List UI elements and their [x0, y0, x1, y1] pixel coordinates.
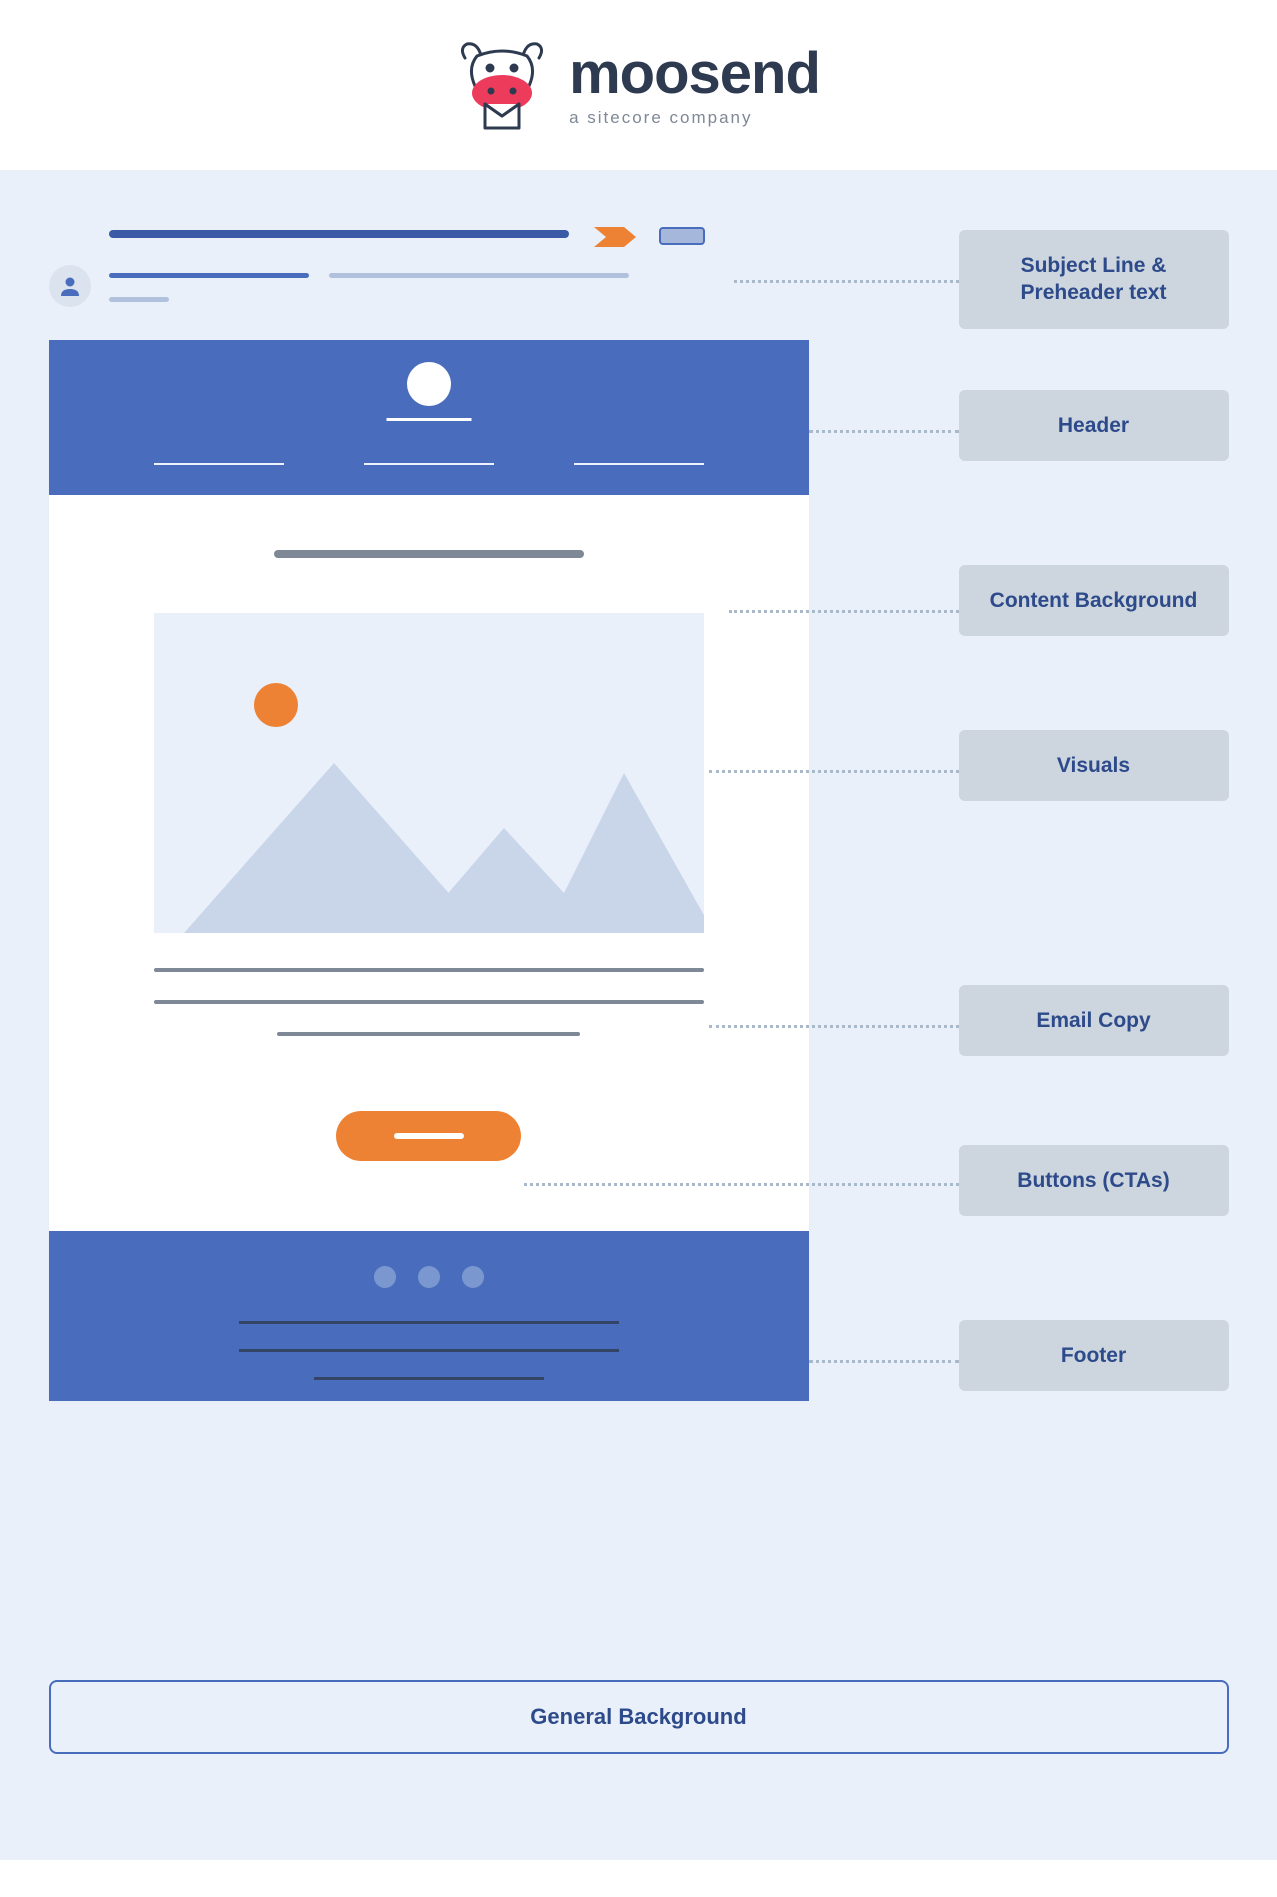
- sun-icon: [254, 683, 298, 727]
- label-footer: Footer: [959, 1320, 1229, 1391]
- diagram-area: Subject Line & Preheader text Header Con…: [0, 170, 1277, 1860]
- connector-copy: [709, 1025, 959, 1028]
- header-underline: [386, 418, 471, 421]
- label-content-background: Content Background: [959, 565, 1229, 636]
- inbox-chevron-icon: [594, 225, 638, 254]
- label-header: Header: [959, 390, 1229, 461]
- label-general-background: General Background: [49, 1680, 1229, 1754]
- mountains-icon: [154, 733, 704, 933]
- label-subject-preheader: Subject Line & Preheader text: [959, 230, 1229, 329]
- connector-content-bg: [729, 610, 959, 613]
- footer-line: [239, 1349, 619, 1352]
- image-placeholder: [154, 613, 704, 933]
- preheader-line-placeholder: [329, 273, 629, 278]
- email-body-section: [49, 495, 809, 1231]
- email-copy-placeholder: [154, 968, 704, 1036]
- date-line-placeholder: [109, 297, 169, 302]
- connector-header: [809, 430, 959, 433]
- social-dot-icon: [374, 1266, 396, 1288]
- brand-bar: moosend a sitecore company: [0, 0, 1277, 170]
- subject-line-placeholder: [109, 230, 569, 238]
- inbox-badge-placeholder: [659, 227, 705, 245]
- email-header-section: [49, 340, 809, 495]
- social-dot-icon: [462, 1266, 484, 1288]
- brand-name: moosend: [569, 45, 820, 103]
- brand-logo: moosend a sitecore company: [457, 38, 820, 133]
- inbox-preview-wireframe: [49, 225, 809, 310]
- label-buttons-cta: Buttons (CTAs): [959, 1145, 1229, 1216]
- connector-subject: [734, 280, 959, 283]
- avatar-icon: [49, 265, 91, 307]
- social-dot-icon: [418, 1266, 440, 1288]
- brand-text: moosend a sitecore company: [569, 45, 820, 126]
- email-template-wireframe: [49, 340, 809, 1401]
- cta-button-placeholder: [336, 1111, 521, 1161]
- connector-cta: [524, 1183, 959, 1186]
- footer-social-icons: [49, 1266, 809, 1288]
- sender-line-placeholder: [109, 273, 309, 278]
- label-visuals: Visuals: [959, 730, 1229, 801]
- body-title-placeholder: [274, 550, 584, 558]
- page: moosend a sitecore company: [0, 0, 1277, 1860]
- email-footer-section: [49, 1231, 809, 1401]
- diagram-stage: Subject Line & Preheader text Header Con…: [49, 170, 1229, 1780]
- brand-tagline: a sitecore company: [569, 109, 820, 126]
- footer-line: [314, 1377, 544, 1380]
- connector-visuals: [709, 770, 959, 773]
- moosend-cow-icon: [457, 38, 547, 133]
- label-email-copy: Email Copy: [959, 985, 1229, 1056]
- header-logo-placeholder: [407, 362, 451, 406]
- footer-line: [239, 1321, 619, 1324]
- connector-footer: [809, 1360, 959, 1363]
- header-nav-placeholder: [49, 463, 809, 465]
